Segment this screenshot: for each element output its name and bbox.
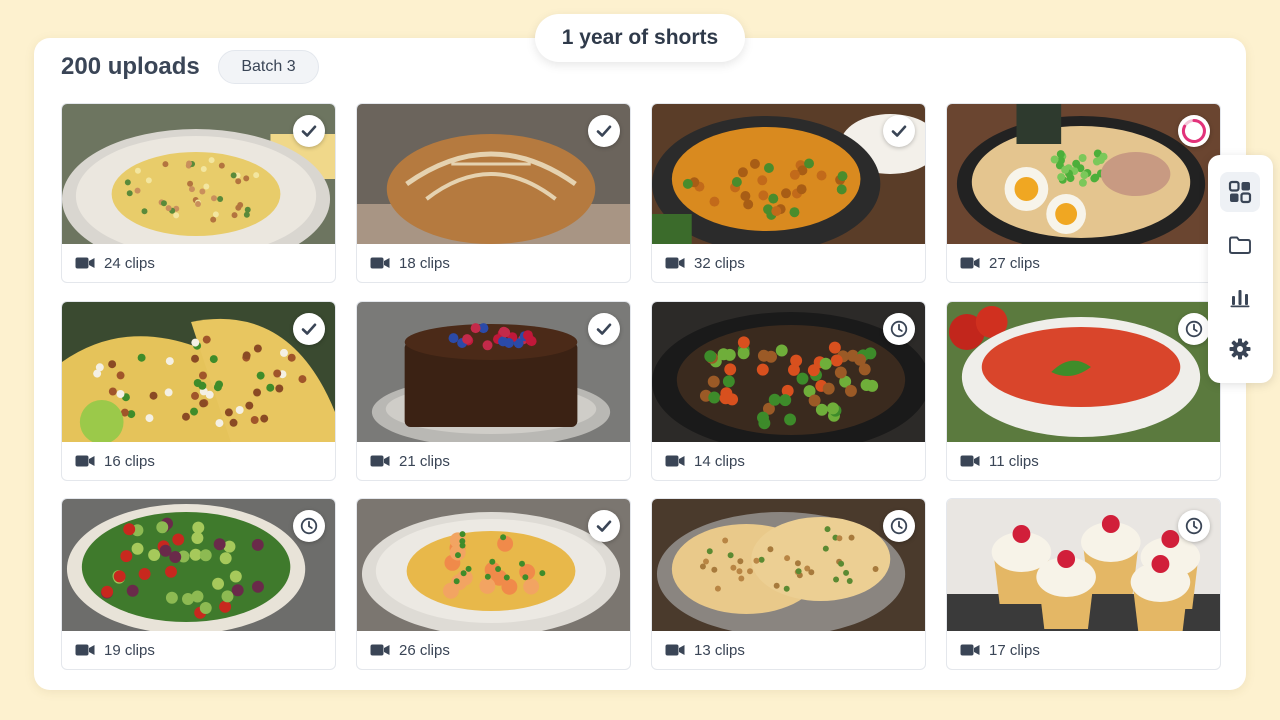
clip-count: 13 clips — [694, 641, 745, 659]
card-footer: 24 clips — [62, 244, 335, 282]
clock-icon — [1185, 320, 1203, 338]
check-icon — [301, 125, 317, 137]
status-badge-queued — [1178, 510, 1210, 542]
video-card[interactable]: 21 clips — [356, 301, 631, 481]
check-icon — [891, 125, 907, 137]
video-camera-icon — [960, 454, 980, 468]
clip-count: 16 clips — [104, 452, 155, 470]
clip-count: 18 clips — [399, 254, 450, 272]
card-footer: 26 clips — [357, 631, 630, 669]
bar-chart-icon — [1230, 290, 1250, 308]
video-card[interactable]: 13 clips — [651, 498, 926, 670]
video-camera-icon — [370, 256, 390, 270]
status-badge-done — [883, 115, 915, 147]
grid-icon — [1228, 180, 1252, 204]
status-badge-done — [588, 510, 620, 542]
folder-icon — [1229, 236, 1251, 254]
video-camera-icon — [665, 643, 685, 657]
card-footer: 19 clips — [62, 631, 335, 669]
video-card[interactable]: 32 clips — [651, 103, 926, 283]
status-badge-queued — [883, 510, 915, 542]
status-badge-done — [293, 115, 325, 147]
video-camera-icon — [75, 643, 95, 657]
card-footer: 18 clips — [357, 244, 630, 282]
card-footer: 17 clips — [947, 631, 1220, 669]
clock-icon — [1185, 517, 1203, 535]
clip-count: 11 clips — [989, 452, 1039, 470]
card-thumbnail[interactable] — [357, 302, 630, 442]
check-icon — [301, 323, 317, 335]
status-badge-done — [293, 313, 325, 345]
clip-count: 27 clips — [989, 254, 1040, 272]
card-thumbnail[interactable] — [652, 499, 925, 631]
batch-chip[interactable]: Batch 3 — [218, 50, 319, 84]
uploads-count: 200 uploads — [61, 53, 200, 80]
video-card[interactable]: 14 clips — [651, 301, 926, 481]
video-camera-icon — [960, 643, 980, 657]
clock-icon — [300, 517, 318, 535]
video-camera-icon — [960, 256, 980, 270]
sidebar-folder-button[interactable] — [1220, 225, 1260, 265]
clip-count: 32 clips — [694, 254, 745, 272]
video-camera-icon — [75, 256, 95, 270]
clip-count: 14 clips — [694, 452, 745, 470]
card-thumbnail[interactable] — [652, 104, 925, 244]
status-badge-queued — [293, 510, 325, 542]
clip-count: 19 clips — [104, 641, 155, 659]
check-icon — [596, 125, 612, 137]
card-thumbnail[interactable] — [652, 302, 925, 442]
status-badge-in-progress — [1178, 115, 1210, 147]
status-badge-done — [588, 313, 620, 345]
status-badge-queued — [1178, 313, 1210, 345]
video-card[interactable]: 11 clips — [946, 301, 1221, 481]
sidebar — [1208, 155, 1273, 383]
video-camera-icon — [665, 454, 685, 468]
sidebar-stats-button[interactable] — [1220, 277, 1260, 317]
clip-count: 24 clips — [104, 254, 155, 272]
video-card[interactable]: 17 clips — [946, 498, 1221, 670]
card-footer: 21 clips — [357, 442, 630, 480]
card-footer: 16 clips — [62, 442, 335, 480]
status-badge-done — [588, 115, 620, 147]
card-thumbnail[interactable] — [357, 104, 630, 244]
card-thumbnail[interactable] — [357, 499, 630, 631]
clock-icon — [890, 320, 908, 338]
card-thumbnail[interactable] — [62, 499, 335, 631]
card-footer: 13 clips — [652, 631, 925, 669]
gear-icon — [1229, 338, 1251, 360]
video-camera-icon — [75, 454, 95, 468]
video-card[interactable]: 18 clips — [356, 103, 631, 283]
sidebar-grid-button[interactable] — [1220, 172, 1260, 212]
card-thumbnail[interactable] — [947, 499, 1220, 631]
video-camera-icon — [370, 643, 390, 657]
check-icon — [596, 520, 612, 532]
video-card[interactable]: 26 clips — [356, 498, 631, 670]
card-footer: 11 clips — [947, 442, 1220, 480]
video-camera-icon — [665, 256, 685, 270]
card-thumbnail[interactable] — [62, 104, 335, 244]
check-icon — [596, 323, 612, 335]
card-footer: 27 clips — [947, 244, 1220, 282]
video-camera-icon — [370, 454, 390, 468]
sidebar-settings-button[interactable] — [1220, 329, 1260, 369]
card-thumbnail[interactable] — [947, 302, 1220, 442]
video-card[interactable]: 24 clips — [61, 103, 336, 283]
video-card[interactable]: 19 clips — [61, 498, 336, 670]
clock-icon — [890, 517, 908, 535]
card-thumbnail[interactable] — [62, 302, 335, 442]
card-thumbnail[interactable] — [947, 104, 1220, 244]
status-badge-queued — [883, 313, 915, 345]
card-footer: 32 clips — [652, 244, 925, 282]
card-footer: 14 clips — [652, 442, 925, 480]
clip-count: 26 clips — [399, 641, 450, 659]
progress-ring-icon — [1181, 119, 1206, 143]
clip-count: 17 clips — [989, 641, 1040, 659]
video-card[interactable]: 27 clips — [946, 103, 1221, 283]
clip-count: 21 clips — [399, 452, 450, 470]
page-title: 1 year of shorts — [535, 14, 745, 62]
video-card[interactable]: 16 clips — [61, 301, 336, 481]
